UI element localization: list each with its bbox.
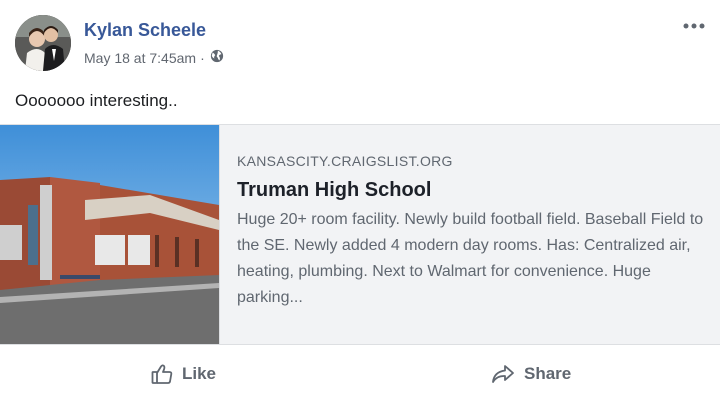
globe-icon[interactable] bbox=[210, 49, 224, 66]
like-label: Like bbox=[182, 364, 217, 383]
share-arrow-icon bbox=[492, 365, 514, 383]
post-meta: May 18 at 7:45am · bbox=[84, 49, 224, 66]
avatar[interactable] bbox=[15, 15, 71, 71]
more-options-button[interactable] bbox=[682, 14, 706, 38]
link-domain: KANSASCITY.CRAIGSLIST.ORG bbox=[237, 153, 453, 169]
author-name[interactable]: Kylan Scheele bbox=[84, 20, 206, 41]
post-text: Ooooooo interesting.. bbox=[15, 91, 178, 110]
share-button[interactable]: Share bbox=[490, 360, 571, 388]
meta-separator: · bbox=[200, 49, 205, 66]
like-button[interactable]: Like bbox=[150, 360, 216, 388]
ellipsis-icon bbox=[683, 23, 705, 29]
post-header: Kylan Scheele May 18 at 7:45am · bbox=[0, 0, 720, 80]
share-label: Share bbox=[524, 364, 572, 383]
link-preview-card[interactable]: KANSASCITY.CRAIGSLIST.ORG Truman High Sc… bbox=[0, 124, 720, 345]
link-title[interactable]: Truman High School bbox=[237, 179, 431, 202]
post-actions-bar: Like Share bbox=[0, 346, 720, 401]
avatar-photo bbox=[15, 15, 71, 71]
link-preview-image[interactable] bbox=[0, 125, 220, 344]
link-description: Huge 20+ room facility. Newly build foot… bbox=[237, 211, 704, 306]
thumbs-up-icon bbox=[151, 364, 173, 384]
post-timestamp[interactable]: May 18 at 7:45am bbox=[84, 50, 196, 66]
